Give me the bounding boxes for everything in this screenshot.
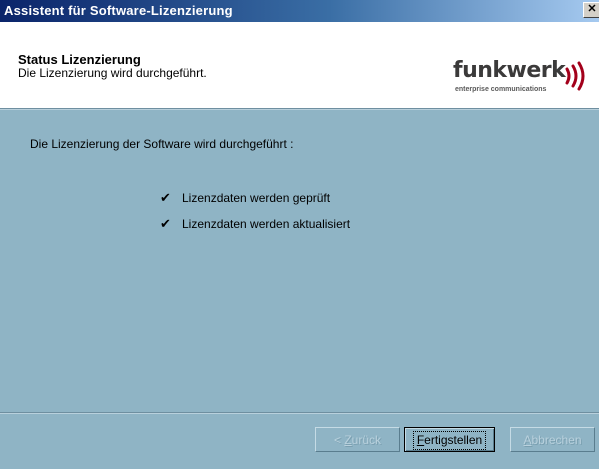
wizard-header: Status Lizenzierung Die Lizenzierung wir…	[0, 22, 599, 108]
logo-tagline: enterprise communications	[455, 86, 547, 93]
check-icon: ✔	[160, 216, 171, 231]
page-title: Status Lizenzierung	[18, 52, 141, 67]
close-button[interactable]: ✕	[583, 2, 599, 18]
cancel-button[interactable]: Abbrechen	[510, 427, 595, 452]
close-icon: ✕	[587, 3, 597, 15]
finish-button[interactable]: Fertigstellen	[404, 427, 495, 452]
step-label: Lizenzdaten werden geprüft	[182, 191, 331, 205]
funkwerk-logo: funkwerk enterprise communications	[453, 58, 593, 108]
cancel-button-label: bbrechen	[531, 433, 582, 447]
intro-text: Die Lizenzierung der Software wird durch…	[30, 137, 294, 151]
back-button[interactable]: < Zurück	[315, 427, 400, 452]
back-button-prefix: <	[333, 433, 345, 447]
page-subtitle: Die Lizenzierung wird durchgeführt.	[18, 66, 207, 80]
check-icon: ✔	[160, 190, 171, 205]
step-label: Lizenzdaten werden aktualisiert	[182, 217, 351, 231]
header-divider	[0, 108, 599, 110]
logo-wordmark: funkwerk	[453, 58, 566, 83]
step-item-update: ✔ Lizenzdaten werden aktualisiert	[160, 216, 350, 232]
footer-divider	[0, 412, 599, 414]
step-item-verify: ✔ Lizenzdaten werden geprüft	[160, 190, 330, 206]
back-button-label: urück	[351, 433, 382, 447]
finish-button-label: ertigstellen	[424, 433, 483, 447]
license-wizard-window: Assistent für Software-Lizenzierung ✕ St…	[0, 0, 599, 469]
window-title: Assistent für Software-Lizenzierung	[4, 3, 233, 18]
finish-focus-ring: Fertigstellen	[412, 431, 487, 450]
back-button-mnemonic: Z	[344, 433, 352, 447]
title-bar[interactable]: Assistent für Software-Lizenzierung ✕	[0, 0, 599, 22]
signal-waves-icon	[565, 61, 585, 91]
